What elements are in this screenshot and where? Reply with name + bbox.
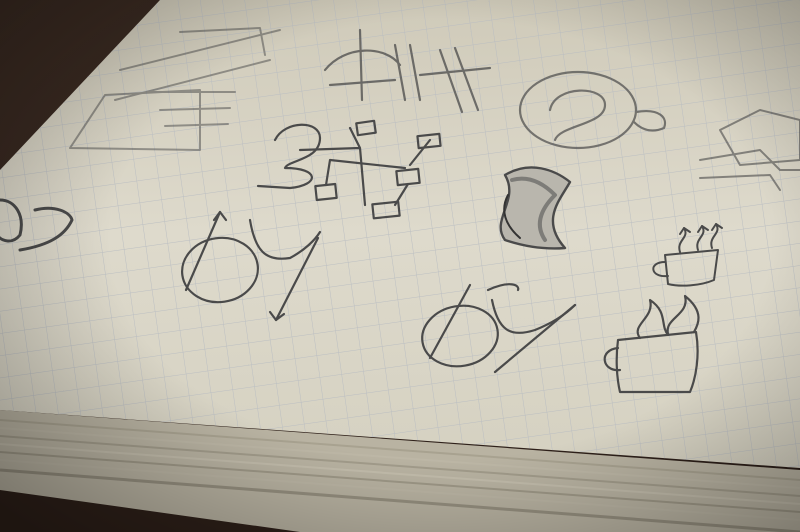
- notebook-photo: [0, 0, 800, 532]
- vignette-overlay: [0, 0, 800, 532]
